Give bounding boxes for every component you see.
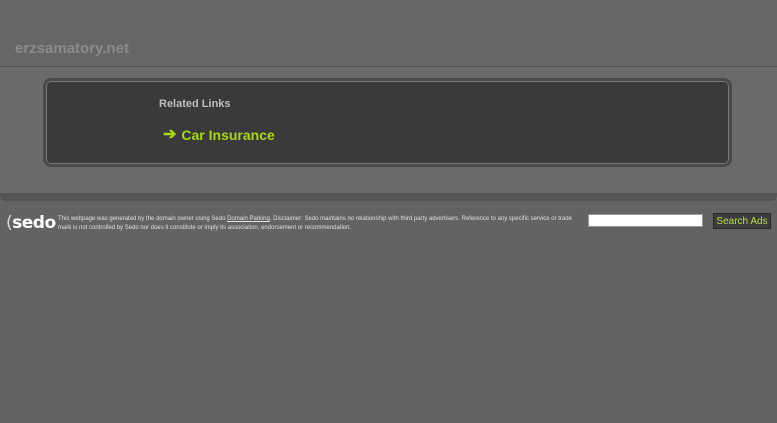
domain-parking-link[interactable]: Domain Parking — [227, 216, 270, 222]
related-link-label[interactable]: Car Insurance — [181, 127, 274, 143]
content-band-edge — [0, 193, 777, 201]
related-link-car-insurance[interactable]: ➔ Car Insurance — [163, 126, 275, 144]
domain-title: erzsamatory.net — [15, 40, 129, 57]
sedo-logo: (sedo — [6, 213, 56, 233]
arrow-right-icon: ➔ — [163, 126, 177, 143]
search-ads-button[interactable]: Search Ads — [713, 213, 771, 229]
header: erzsamatory.net — [0, 0, 777, 67]
footer: (sedo This webpage was generated by the … — [0, 206, 777, 246]
related-links-box: Related Links ➔ Car Insurance — [43, 78, 732, 167]
related-links-heading: Related Links — [159, 98, 231, 110]
disclaimer-text: This webpage was generated by the domain… — [58, 216, 572, 231]
search-ads-input[interactable] — [588, 214, 703, 227]
